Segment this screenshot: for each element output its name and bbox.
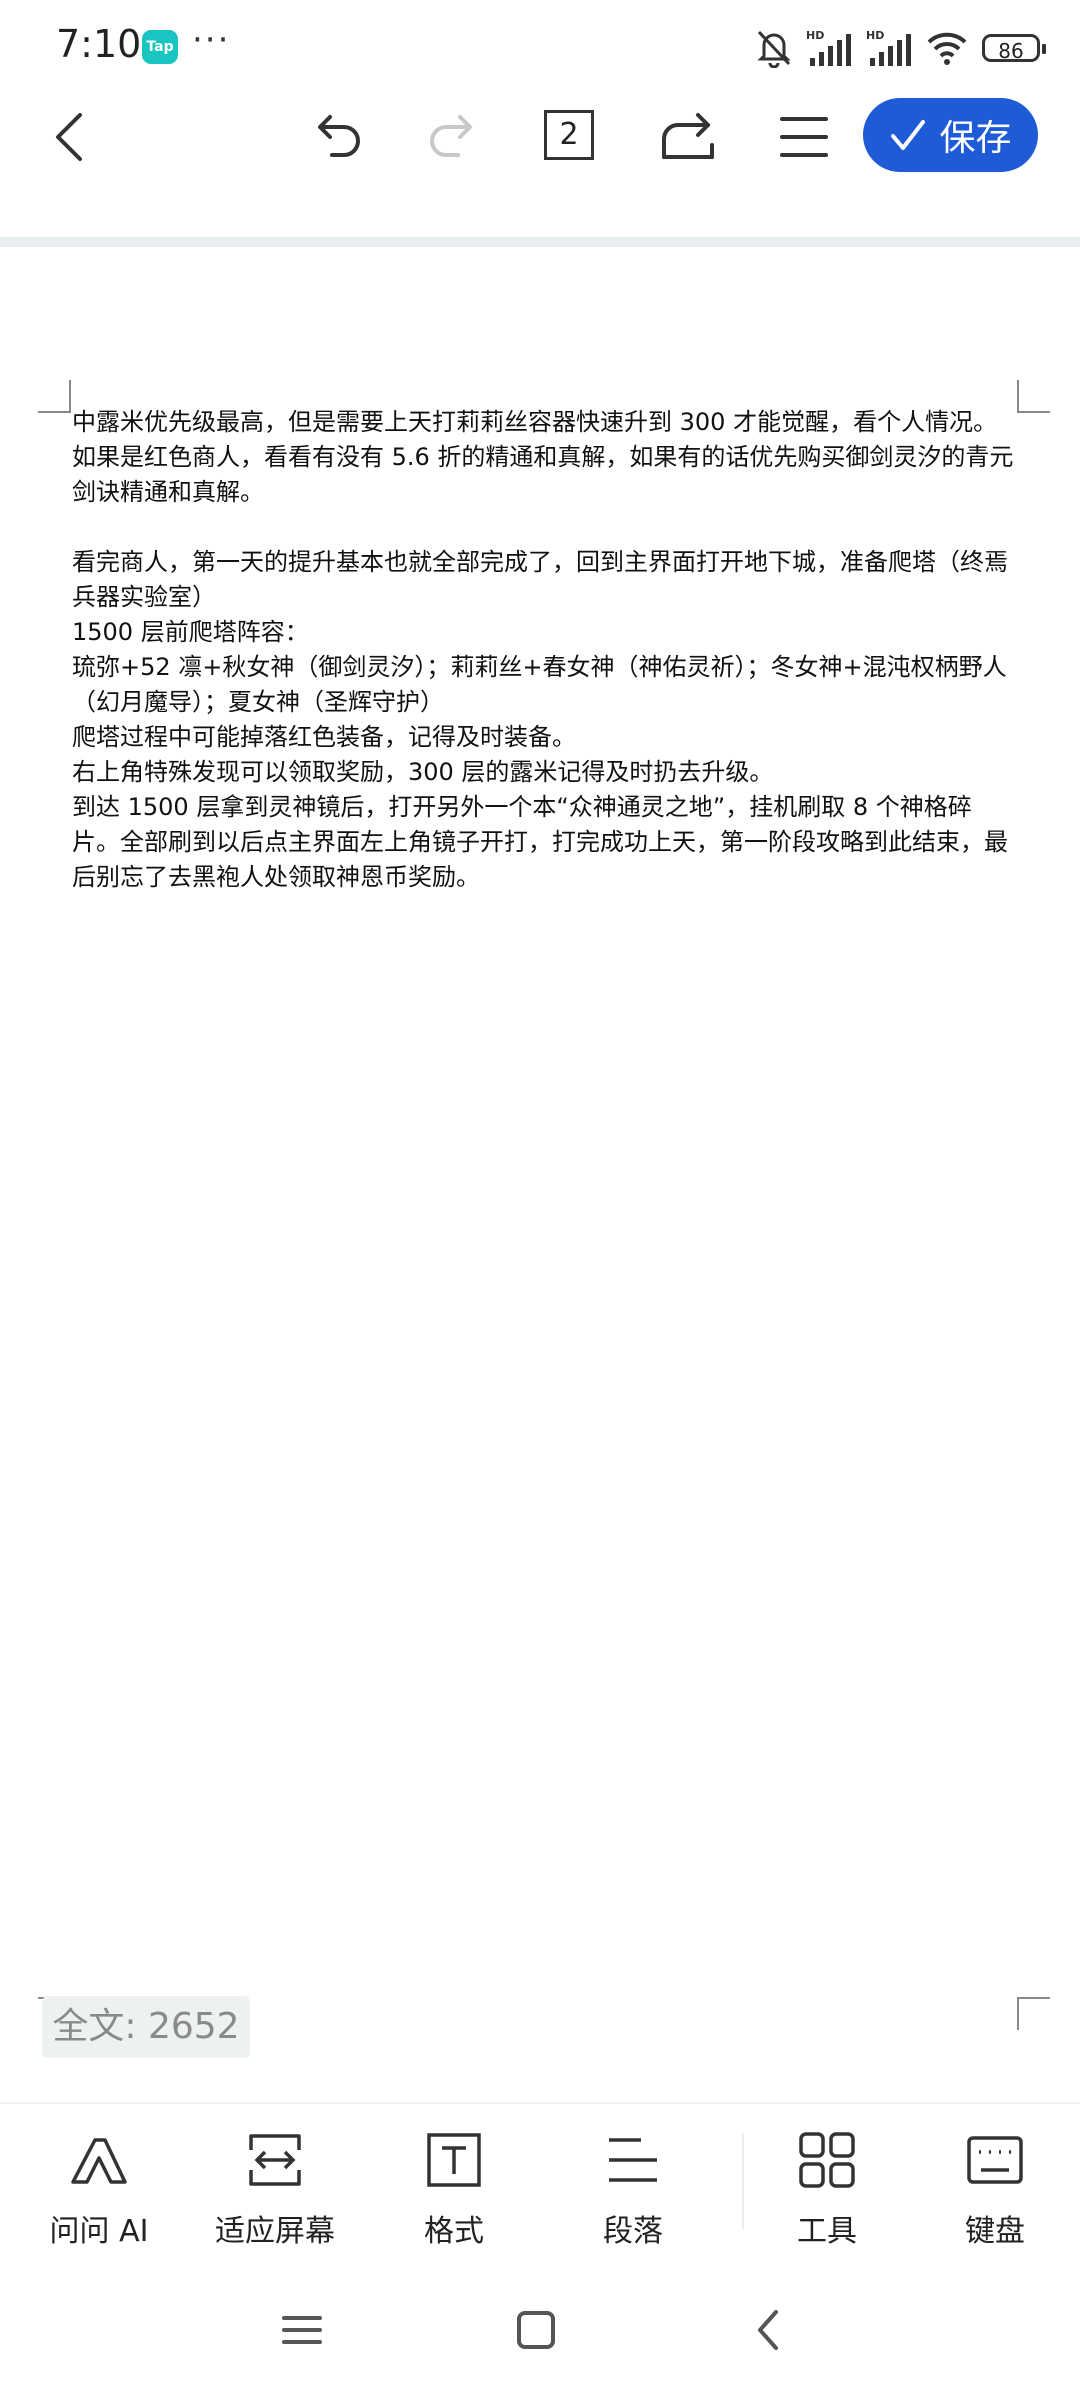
save-label: 保存 [939,118,1012,159]
fit-screen-icon [249,2134,301,2186]
battery-icon: 86 [982,34,1046,63]
nav-menu-icon[interactable] [272,2300,332,2360]
wifi-icon [927,32,967,65]
checkmark-icon [891,120,926,150]
signal-icon: HD [866,29,911,66]
paragraph[interactable]: 1500 层前爬塔阵容： [72,615,1018,650]
ask-ai-button[interactable]: 问问 AI [14,2128,184,2250]
paragraph-label: 段落 [603,2214,663,2249]
nav-home-icon[interactable] [506,2300,566,2360]
keyboard-button[interactable]: 键盘 [910,2128,1080,2250]
fit-screen-label: 适应屏幕 [215,2214,335,2249]
word-count-badge: 全文: 2652 [42,1996,250,2058]
paragraph-icon [609,2138,657,2182]
mute-bell-icon [757,30,791,68]
ai-icon [71,2138,127,2184]
page-count: 2 [559,117,579,152]
page-count-button[interactable]: 2 [544,110,594,160]
tools-icon [799,2132,855,2188]
hd-label: HD [866,29,884,42]
ask-ai-label: 问问 AI [49,2214,149,2249]
share-icon[interactable] [656,105,720,169]
tools-button[interactable]: 工具 [742,2128,912,2250]
save-button[interactable]: 保存 [863,98,1038,172]
paragraph[interactable]: 琉弥+52 凛+秋女神（御剑灵汐）；莉莉丝+春女神（神佑灵祈）；冬女神+混沌权柄… [72,650,1018,720]
tools-label: 工具 [797,2214,857,2249]
status-icons: HD HD 86 [756,28,1046,68]
tap-app-icon: Tap [142,30,178,64]
crop-mark-top-left [38,380,71,413]
status-bar: 7:10 Tap ··· HD HD 86 [0,0,1080,100]
paragraph[interactable]: 看完商人，第一天的提升基本也就全部完成了，回到主界面打开地下城，准备爬塔（终焉兵… [72,545,1018,615]
paragraph-button[interactable]: 段落 [548,2128,718,2250]
signal-icon: HD [806,29,851,66]
fit-screen-button[interactable]: 适应屏幕 [190,2128,360,2250]
status-time: 7:10 [56,22,142,66]
paragraph[interactable]: 中露米优先级最高，但是需要上天打莉莉丝容器快速升到 300 才能觉醒，看个人情况… [72,405,1018,440]
paragraph[interactable] [72,510,1018,545]
paragraph[interactable]: 右上角特殊发现可以领取奖励，300 层的露米记得及时扔去升级。 [72,755,1018,790]
paragraph[interactable]: 爬塔过程中可能掉落红色装备，记得及时装备。 [72,720,1018,755]
hd-label: HD [806,29,824,42]
nav-back-icon[interactable] [740,2300,800,2360]
document-body[interactable]: 中露米优先级最高，但是需要上天打莉莉丝容器快速升到 300 才能觉醒，看个人情况… [72,405,1018,895]
more-notifications-icon: ··· [192,20,231,60]
crop-mark-bottom-right [1017,1997,1050,2030]
back-arrow-icon[interactable] [40,105,104,169]
undo-icon[interactable] [306,105,370,169]
paragraph[interactable]: 如果是红色商人，看看有没有 5.6 折的精通和真解，如果有的话优先购买御剑灵汐的… [72,440,1018,510]
redo-icon [430,115,472,157]
format-label: 格式 [424,2214,484,2249]
keyboard-label: 键盘 [965,2214,1025,2249]
paragraph[interactable]: 到达 1500 层拿到灵神镜后，打开另外一个本“众神通灵之地”，挂机刷取 8 个… [72,790,1018,895]
toolbar-divider [0,237,1080,247]
format-button[interactable]: 格式 [369,2128,539,2250]
crop-mark-top-right [1017,380,1050,413]
format-icon [427,2133,481,2187]
menu-icon[interactable] [772,105,836,169]
keyboard-icon [967,2136,1023,2184]
